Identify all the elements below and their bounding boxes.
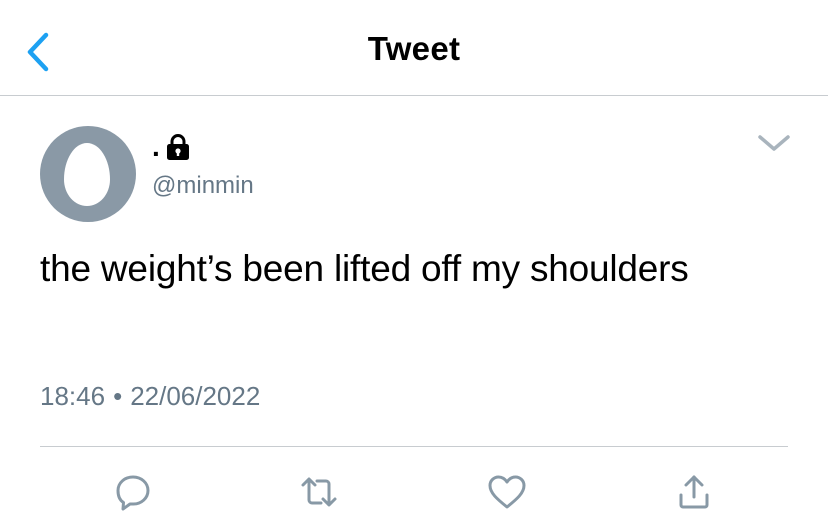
display-name: .	[152, 131, 160, 162]
default-egg-avatar-icon	[64, 143, 110, 206]
author-handle[interactable]: @minmin	[152, 172, 254, 200]
page-title: Tweet	[367, 30, 461, 67]
tweet-menu-button[interactable]	[752, 126, 796, 160]
reply-icon	[116, 475, 150, 511]
retweet-button[interactable]	[297, 470, 341, 514]
share-button[interactable]	[672, 470, 716, 514]
share-icon	[679, 475, 709, 509]
lock-icon	[166, 134, 189, 160]
reply-button[interactable]	[111, 470, 155, 514]
chevron-down-icon	[758, 135, 790, 151]
tweet-detail-screen: Tweet . @minmin the weight’s been lifted…	[0, 0, 828, 521]
heart-icon	[488, 475, 526, 509]
divider	[40, 446, 788, 447]
author-name-row[interactable]: .	[152, 132, 192, 162]
like-button[interactable]	[485, 470, 529, 514]
tweet-time: 18:46	[40, 381, 106, 411]
retweet-icon	[301, 477, 337, 507]
tweet-timestamp: 18:46 • 22/06/2022	[40, 381, 260, 412]
navigation-header: Tweet	[0, 0, 828, 96]
tweet-text: the weight’s been lifted off my shoulder…	[40, 248, 689, 289]
meta-separator: •	[113, 381, 123, 411]
avatar[interactable]	[40, 126, 136, 222]
tweet-date: 22/06/2022	[130, 381, 261, 411]
